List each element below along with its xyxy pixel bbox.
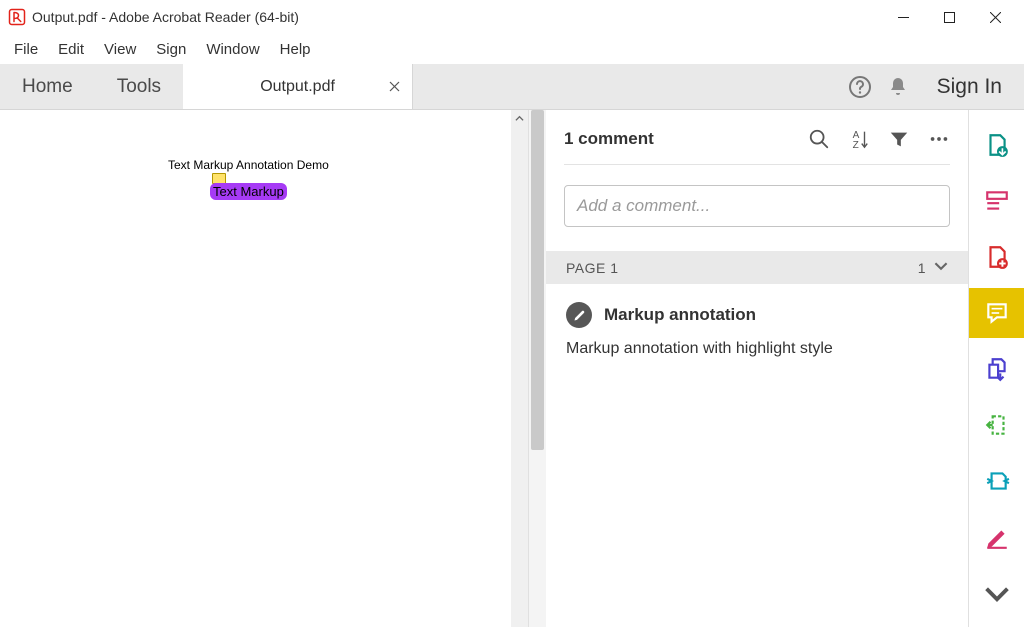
- tool-export-pdf[interactable]: [969, 120, 1024, 170]
- tool-fill-sign[interactable]: [969, 512, 1024, 562]
- minimize-button[interactable]: [880, 2, 926, 32]
- comments-count: 1 comment: [564, 129, 808, 149]
- divider: [564, 164, 950, 165]
- tab-document-title: Output.pdf: [260, 78, 335, 96]
- tab-bar: Home Tools Output.pdf Sign In: [0, 64, 1024, 110]
- window-controls: [880, 2, 1018, 32]
- comment-title: Markup annotation: [604, 305, 756, 325]
- search-icon[interactable]: [808, 128, 830, 150]
- menu-bar: File Edit View Sign Window Help: [0, 34, 1024, 64]
- more-icon[interactable]: [928, 128, 950, 150]
- comments-panel: 1 comment AZ: [528, 110, 968, 627]
- tool-comment[interactable]: [969, 288, 1024, 338]
- chevron-down-icon: [934, 259, 948, 276]
- menu-help[interactable]: Help: [270, 37, 321, 62]
- menu-edit[interactable]: Edit: [48, 37, 94, 62]
- tool-compress-pdf[interactable]: [969, 456, 1024, 506]
- pdf-heading-text: Text Markup Annotation Demo: [168, 158, 329, 172]
- tool-combine-files[interactable]: [969, 344, 1024, 394]
- tab-home[interactable]: Home: [0, 64, 95, 109]
- menu-view[interactable]: View: [94, 37, 146, 62]
- menu-file[interactable]: File: [4, 37, 48, 62]
- bell-icon[interactable]: [885, 74, 911, 100]
- sign-in-link[interactable]: Sign In: [937, 75, 1002, 99]
- document-scrollbar[interactable]: [511, 110, 528, 627]
- comments-scrollbar[interactable]: [529, 110, 546, 627]
- app-icon: [8, 8, 26, 26]
- menu-window[interactable]: Window: [196, 37, 269, 62]
- document-viewport: Text Markup Annotation Demo Text Markup: [0, 110, 528, 627]
- comment-item[interactable]: Markup annotation Markup annotation with…: [546, 284, 968, 376]
- tool-create-pdf[interactable]: [969, 232, 1024, 282]
- annotation-highlight[interactable]: Text Markup: [210, 183, 287, 200]
- tool-organize-pages[interactable]: [969, 400, 1024, 450]
- menu-sign[interactable]: Sign: [146, 37, 196, 62]
- tools-sidebar: [968, 110, 1024, 627]
- scrollbar-thumb[interactable]: [531, 110, 544, 450]
- comment-body: Markup annotation with highlight style: [566, 340, 948, 358]
- add-comment-input[interactable]: Add a comment...: [564, 185, 950, 227]
- highlight-annotation-icon: [566, 302, 592, 328]
- tab-close-icon[interactable]: [389, 79, 400, 95]
- page-comment-count: 1: [918, 260, 926, 276]
- sidebar-expand-icon[interactable]: [969, 569, 1024, 619]
- close-button[interactable]: [972, 2, 1018, 32]
- titlebar: Output.pdf - Adobe Acrobat Reader (64-bi…: [0, 0, 1024, 34]
- svg-text:Z: Z: [853, 140, 859, 150]
- tab-document[interactable]: Output.pdf: [183, 64, 413, 109]
- page-header-row[interactable]: PAGE 1 1: [546, 251, 968, 284]
- document-page[interactable]: Text Markup Annotation Demo Text Markup: [0, 110, 511, 627]
- sort-icon[interactable]: AZ: [848, 128, 870, 150]
- scroll-up-icon[interactable]: [511, 110, 528, 126]
- tool-edit-pdf[interactable]: [969, 176, 1024, 226]
- page-label: PAGE 1: [566, 260, 619, 276]
- filter-icon[interactable]: [888, 128, 910, 150]
- window-title: Output.pdf - Adobe Acrobat Reader (64-bi…: [32, 9, 299, 25]
- help-icon[interactable]: [847, 74, 873, 100]
- maximize-button[interactable]: [926, 2, 972, 32]
- tab-tools[interactable]: Tools: [95, 64, 183, 109]
